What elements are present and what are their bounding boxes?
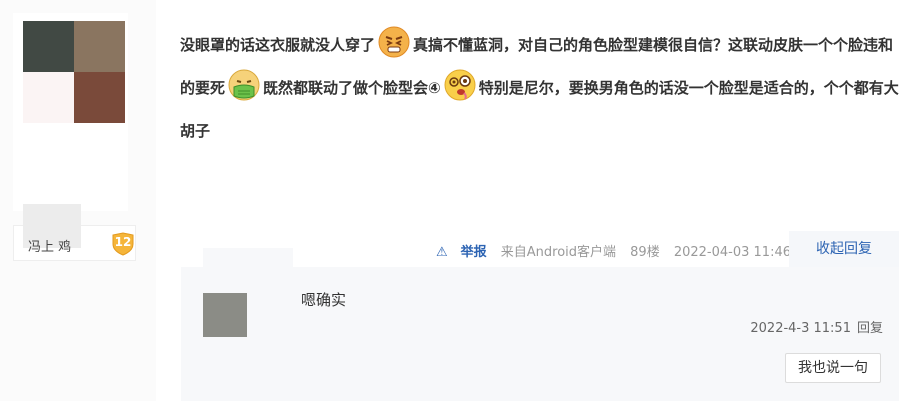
username[interactable]: 冯上 鸡 — [28, 236, 71, 255]
post-main: 没眼罩的话这衣服就没人穿了 真搞不懂蓝洞，对自己的角色脸型建模很自信？这联动皮肤一… — [156, 0, 907, 401]
reply-time: 2022-4-3 11:51 — [750, 321, 851, 336]
post-content: 没眼罩的话这衣服就没人穿了 真搞不懂蓝洞，对自己的角色脸型建模很自信？这联动皮肤一… — [180, 24, 900, 153]
avatar-pixel — [74, 72, 125, 123]
report-label: 举报 — [460, 245, 487, 260]
dizzy-face-icon — [444, 69, 476, 101]
angry-face-icon — [378, 26, 410, 58]
author-column: 冯上 鸡 12 — [0, 0, 156, 401]
say-something-button[interactable]: 我也说一句 — [785, 353, 881, 383]
avatar-pixel — [74, 21, 125, 72]
reply-avatar[interactable] — [203, 293, 247, 337]
level-number: 12 — [114, 235, 132, 249]
post-text-segment: 没眼罩的话这衣服就没人穿了 — [180, 36, 376, 54]
report-link[interactable]: ⚠ 举报 — [426, 245, 487, 260]
reply-meta: 2022-4-3 11:51 回复 — [750, 317, 883, 336]
sick-face-icon — [228, 69, 260, 101]
reply-area: 嗯确实 2022-4-3 11:51 回复 我也说一句 — [181, 267, 899, 401]
avatar[interactable] — [23, 21, 125, 123]
reply-button[interactable]: 回复 — [857, 321, 883, 336]
collapse-reply-button[interactable]: 收起回复 — [789, 231, 899, 267]
post-time: 2022-04-03 11:46 — [673, 245, 791, 260]
avatar-pixel — [23, 21, 74, 72]
avatar-pixel — [23, 72, 74, 123]
post-meta: ⚠ 举报 来自Android客户端 89楼 2022-04-03 11:46 — [426, 241, 791, 260]
username-card: 冯上 鸡 12 — [13, 204, 136, 261]
reply-text: 嗯确实 — [301, 291, 347, 309]
post-text-segment: 既然都联动了做个脸型会④ — [263, 79, 441, 97]
warning-icon: ⚠ — [435, 245, 448, 260]
reply-area-tab — [203, 248, 293, 268]
level-badge[interactable]: 12 — [110, 232, 136, 256]
post-source: 来自Android客户端 — [500, 245, 617, 260]
post-floor: 89楼 — [630, 245, 660, 260]
avatar-card — [13, 13, 128, 211]
